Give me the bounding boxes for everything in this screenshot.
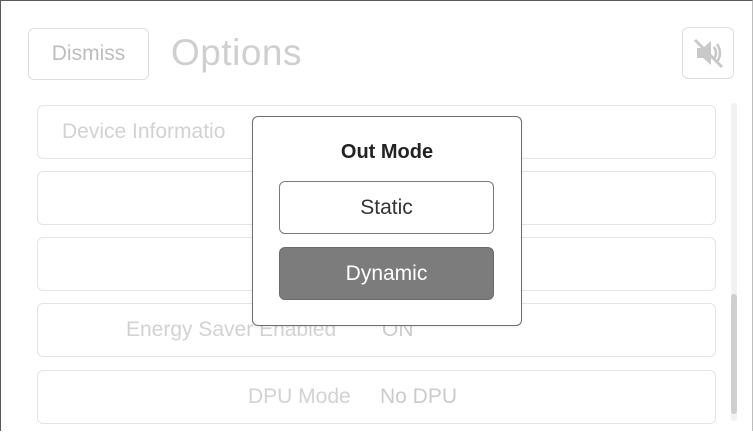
app-window: Dismiss Options Device Informatio Energy… [0, 0, 753, 431]
dialog-title: Out Mode [340, 141, 434, 163]
list-item-value: No DPU [380, 385, 458, 408]
out-mode-dialog: Out Mode Static Dynamic [252, 116, 522, 326]
scrollbar-thumb[interactable] [731, 294, 737, 414]
speaker-muted-icon [693, 38, 724, 69]
dismiss-button[interactable]: Dismiss [28, 28, 149, 80]
list-item-label: Device Informatio [62, 120, 226, 143]
list-item-dpu-mode[interactable]: DPU Mode No DPU [37, 370, 716, 424]
speaker-mute-button[interactable] [682, 27, 734, 79]
header: Dismiss Options [1, 1, 752, 96]
page-title: Options [171, 32, 303, 73]
static-option-button[interactable]: Static [279, 181, 494, 234]
list-item-label: DPU Mode [248, 385, 351, 408]
dynamic-option-button[interactable]: Dynamic [279, 247, 494, 300]
